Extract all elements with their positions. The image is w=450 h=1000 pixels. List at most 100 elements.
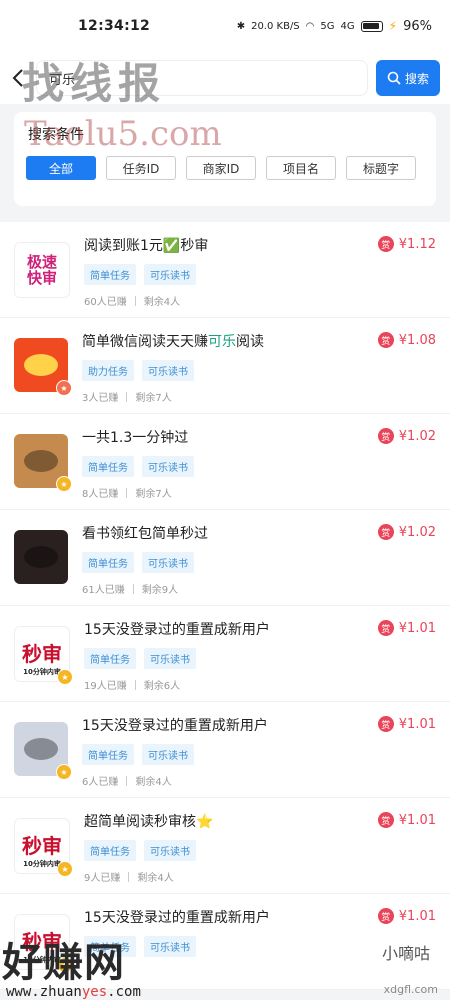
chip-project-name[interactable]: 项目名 (266, 156, 336, 180)
chip-merchant-id[interactable]: 商家ID (186, 156, 256, 180)
search-input[interactable]: 可乐 (36, 60, 368, 96)
task-tag: 简单任务 (84, 840, 136, 861)
chip-task-id[interactable]: 任务ID (106, 156, 176, 180)
task-tag: 简单任务 (84, 264, 136, 285)
task-reward: 赏 ¥1.08 (377, 332, 436, 348)
watermark-bottom-right: 小嘀咕 (370, 938, 442, 966)
back-icon[interactable] (8, 68, 28, 88)
filter-chips: 全部 任务ID 商家ID 项目名 标题字 (26, 156, 424, 180)
task-item[interactable]: 看书领红包简单秒过 简单任务 可乐读书 61人已赚 剩余9人赏 ¥1.02 (0, 510, 450, 606)
reward-icon: 赏 (377, 716, 394, 732)
task-tag: 助力任务 (82, 360, 134, 381)
task-thumbnail: ★ (14, 338, 72, 396)
task-reward: 赏 ¥1.01 (377, 908, 436, 924)
task-stats: 60人已赚 剩余4人 (84, 293, 436, 308)
level-badge-icon: ★ (56, 380, 72, 396)
task-tag: 简单任务 (84, 648, 136, 669)
earned-count: 19人已赚 (84, 681, 127, 692)
task-item[interactable]: ★ 一共1.3一分钟过 简单任务 可乐读书 8人已赚 剩余7人赏 ¥1.02 (0, 414, 450, 510)
task-tags: 简单任务 可乐读书 (82, 744, 436, 765)
thumbnail-image (24, 738, 58, 760)
search-header: 可乐 搜索 找线报 (0, 52, 450, 108)
task-reward: 赏 ¥1.01 (377, 716, 436, 732)
stats-divider (126, 487, 128, 498)
battery-icon (360, 20, 383, 32)
stats-divider (132, 583, 134, 594)
task-item[interactable]: ★ 15天没登录过的重置成新用户 简单任务 可乐读书 6人已赚 剩余4人赏 ¥1.01 (0, 702, 450, 798)
remaining-count: 剩余7人 (135, 393, 172, 404)
earned-count: 60人已赚 (84, 297, 127, 308)
status-time: 12:34:12 (78, 18, 151, 34)
reward-icon: 赏 (377, 428, 394, 444)
stats-divider (134, 295, 136, 306)
earned-count: 6人已赚 (82, 777, 119, 788)
thumbnail-text: 秒审 (22, 834, 62, 858)
stats-divider (128, 871, 130, 882)
task-reward: 赏 ¥1.12 (377, 236, 436, 252)
task-thumbnail: 极速 快审 (14, 242, 70, 298)
search-input-value: 可乐 (49, 72, 76, 88)
task-tag: 可乐读书 (144, 840, 196, 861)
task-tag: 简单任务 (82, 744, 134, 765)
task-item[interactable]: ★ 简单微信阅读天天赚可乐阅读 助力任务 可乐读书 3人已赚 剩余7人赏 ¥1.08 (0, 318, 450, 414)
task-item[interactable]: 秒审 10分钟内审 ★ 15天没登录过的重置成新用户 简单任务 可乐读书 19人已赚 剩余6人… (0, 606, 450, 702)
task-tag: 可乐读书 (142, 360, 194, 381)
net-speed: 20.0 KB/S (251, 20, 300, 32)
reward-price: ¥1.02 (398, 428, 436, 444)
thumbnail-text: 极速 快审 (26, 252, 57, 287)
reward-price: ¥1.01 (398, 812, 436, 828)
reward-icon: 赏 (377, 332, 394, 348)
task-tags: 简单任务 可乐读书 (82, 552, 436, 573)
task-reward: 赏 ¥1.01 (377, 620, 436, 636)
search-button[interactable]: 搜索 (376, 60, 440, 96)
task-stats: 9人已赚 剩余4人 (84, 869, 436, 884)
thumbnail-image (24, 450, 58, 472)
battery-percent: 96% (403, 18, 432, 34)
task-tag: 简单任务 (82, 456, 134, 477)
reward-icon: 赏 (377, 908, 394, 924)
task-tag: 可乐读书 (144, 936, 196, 957)
remaining-count: 剩余4人 (143, 297, 181, 308)
reward-price: ¥1.01 (398, 620, 436, 636)
task-thumbnail: 秒审 10分钟内审 ★ (14, 818, 73, 877)
thumbnail-text: 秒审 (22, 642, 62, 666)
earned-count: 61人已赚 (82, 585, 125, 596)
reward-price: ¥1.12 (398, 236, 436, 252)
earned-count: 9人已赚 (84, 873, 121, 884)
remaining-count: 剩余7人 (135, 489, 172, 500)
task-tags: 简单任务 可乐读书 (82, 456, 436, 477)
reward-icon: 赏 (377, 524, 394, 540)
signal-5g: 5G (320, 20, 335, 32)
stats-divider (126, 391, 128, 402)
task-item[interactable]: 极速 快审 阅读到账1元✅秒审 简单任务 可乐读书 60人已赚 剩余4人赏 ¥1.12 (0, 222, 450, 318)
status-bar: 12:34:12 ✱ 20.0 KB/S ◠ 5G 4G ⚡ 96% (0, 0, 450, 52)
task-tag: 可乐读书 (144, 264, 196, 285)
task-reward: 赏 ¥1.02 (377, 428, 436, 444)
reward-icon: 赏 (377, 620, 394, 636)
task-tags: 简单任务 可乐读书 (84, 648, 436, 669)
remaining-count: 剩余6人 (143, 681, 181, 692)
remaining-count: 剩余4人 (135, 777, 172, 788)
search-button-label: 搜索 (404, 71, 429, 86)
task-tags: 简单任务 可乐读书 (84, 264, 436, 285)
task-stats: 61人已赚 剩余9人 (82, 581, 436, 596)
level-badge-icon: ★ (57, 669, 73, 685)
level-badge-icon: ★ (56, 764, 72, 780)
reward-price: ¥1.01 (398, 716, 436, 732)
filter-title: 搜索条件 (28, 127, 84, 143)
stats-divider (126, 775, 128, 786)
task-stats: 8人已赚 剩余7人 (82, 485, 436, 500)
search-icon (387, 71, 401, 85)
task-thumbnail: 秒审 10分钟内审 ★ (14, 626, 73, 685)
task-thumbnail (14, 530, 68, 584)
thumbnail-image (24, 546, 58, 568)
task-tag: 可乐读书 (142, 456, 194, 477)
watermark-bottom-url: www.zhuanyes.com (6, 984, 141, 1000)
chip-title-keyword[interactable]: 标题字 (346, 156, 416, 180)
task-item[interactable]: 秒审 10分钟内审 ★ 超简单阅读秒审核⭐ 简单任务 可乐读书 9人已赚 剩余4人赏 ¥1.01 (0, 798, 450, 894)
reward-icon: 赏 (377, 812, 394, 828)
filter-card: 搜索条件 Taolu5.com 全部 任务ID 商家ID 项目名 标题字 (14, 112, 436, 206)
signal-4g: 4G (340, 20, 355, 32)
task-reward: 赏 ¥1.02 (377, 524, 436, 540)
chip-all[interactable]: 全部 (26, 156, 96, 180)
